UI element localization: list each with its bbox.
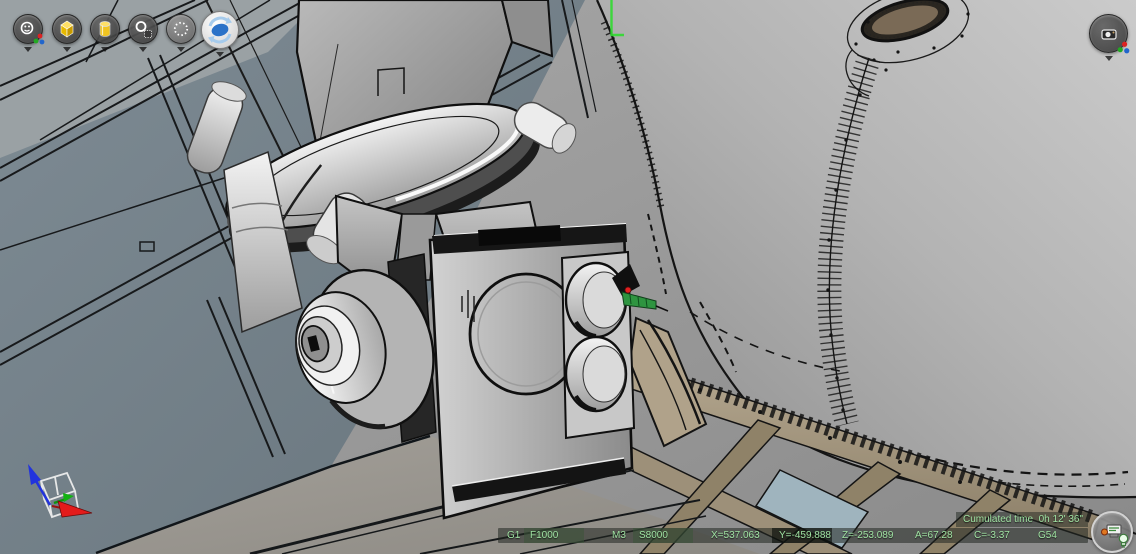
chevron-down-icon[interactable] <box>101 47 109 52</box>
status-c: C=-3.37 <box>974 528 1010 543</box>
cumulated-time-value: 0h 12' 36" <box>1039 512 1083 527</box>
3d-scene <box>0 0 1136 554</box>
status-work-offset: G54 <box>1038 528 1057 543</box>
status-a: A=67.28 <box>915 528 953 543</box>
cumulated-time-panel: Cumulated time 0h 12' 36" <box>956 512 1088 527</box>
chevron-down-icon[interactable] <box>177 47 185 52</box>
zoom-window-button[interactable] <box>128 14 158 44</box>
status-m-code: M3 <box>612 528 626 543</box>
chevron-down-icon[interactable] <box>1105 56 1113 61</box>
status-z: Z=-253.089 <box>842 528 893 543</box>
dotted-circle-selection-icon <box>172 20 190 38</box>
zoom-window-magnifier-icon <box>133 19 153 39</box>
status-feed: F1000 <box>530 528 558 543</box>
tool-tip-indicator <box>625 287 631 293</box>
render-mode-button[interactable] <box>13 14 43 44</box>
stock-view-button[interactable] <box>90 14 120 44</box>
solid-cube-icon <box>58 19 76 39</box>
status-g-code: G1 <box>507 528 520 543</box>
orbit-view-button[interactable] <box>201 11 239 49</box>
status-x: X=537.063 <box>711 528 760 543</box>
simulation-viewport[interactable]: G1 F1000 M3 S8000 X=537.063 Y=-459.888 Z… <box>0 0 1136 554</box>
camera-view-button[interactable] <box>1089 14 1128 53</box>
chevron-down-icon[interactable] <box>216 52 224 57</box>
status-spindle: S8000 <box>639 528 668 543</box>
chevron-down-icon[interactable] <box>139 47 147 52</box>
status-y: Y=-459.888 <box>779 528 831 543</box>
chevron-down-icon[interactable] <box>24 47 32 52</box>
rgb-axes-badge-icon <box>1117 41 1130 54</box>
lightbulb-icon[interactable] <box>1117 533 1130 550</box>
rgb-axes-badge-icon <box>33 33 45 45</box>
solid-view-button[interactable] <box>52 14 82 44</box>
selection-button[interactable] <box>166 14 196 44</box>
nc-status-bar: G1 F1000 M3 S8000 X=537.063 Y=-459.888 Z… <box>498 528 1088 543</box>
stock-cylinder-icon <box>97 20 113 39</box>
chevron-down-icon[interactable] <box>63 47 71 52</box>
orbit-refresh-sphere-icon <box>206 16 234 44</box>
cumulated-time-label: Cumulated time <box>963 512 1033 527</box>
